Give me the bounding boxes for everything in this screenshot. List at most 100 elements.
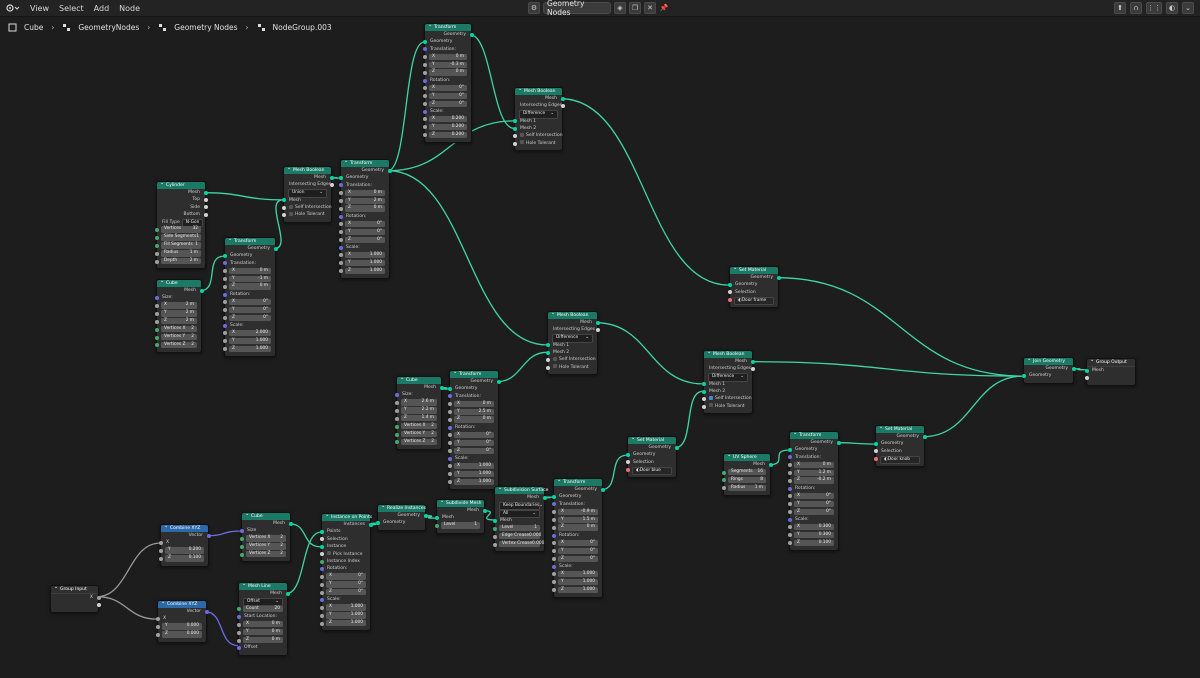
node-header[interactable]: Subdivision Surface — [495, 485, 548, 494]
socket-input[interactable] — [422, 71, 427, 76]
socket-output[interactable] — [560, 104, 565, 109]
node-mesh-line[interactable]: Mesh LineMesh Offset ⌄ Count 20 Start Locatio… — [236, 581, 290, 656]
socket-output[interactable] — [560, 96, 565, 101]
value-field[interactable]: Y 2.5 m — [454, 408, 494, 415]
editor-type-icon[interactable] — [6, 2, 20, 14]
node-header[interactable]: Set Material — [628, 435, 676, 444]
socket-input[interactable] — [551, 502, 556, 507]
socket-output[interactable] — [203, 212, 208, 217]
checkbox[interactable] — [289, 204, 293, 209]
socket-input[interactable] — [787, 494, 792, 499]
value-field[interactable]: Y 0° — [558, 547, 598, 555]
socket-input[interactable] — [158, 548, 163, 553]
socket-input[interactable] — [492, 534, 497, 539]
socket-input[interactable] — [422, 102, 427, 107]
node-cube[interactable]: CubeMeshSizeVertices X2Vertices Y2Vertic… — [239, 511, 293, 563]
value-field[interactable]: X 0 m — [429, 53, 467, 61]
socket-input[interactable] — [434, 516, 439, 521]
socket-output[interactable] — [96, 603, 101, 608]
socket-input[interactable] — [625, 460, 630, 465]
node-header[interactable]: Mesh Boolean — [704, 349, 752, 358]
socket-input[interactable] — [158, 541, 163, 546]
value-field[interactable]: Y 0° — [345, 228, 385, 236]
socket-input[interactable] — [447, 402, 452, 407]
socket-output[interactable] — [423, 513, 428, 518]
socket-input[interactable] — [239, 552, 244, 557]
socket-input[interactable] — [625, 468, 630, 473]
checkbox[interactable] — [520, 140, 524, 145]
socket-input[interactable] — [422, 86, 427, 91]
checkbox[interactable] — [709, 395, 713, 400]
socket-input[interactable] — [154, 251, 159, 256]
node-header[interactable]: Combine XYZ — [158, 599, 206, 608]
node-set-material[interactable]: Set MaterialGeometryGeometrySelection◐ D… — [873, 424, 927, 468]
node-instance-on-points[interactable]: Instance on PointsInstancesPointsSelecti… — [319, 512, 373, 632]
value-field[interactable]: Z 1.4 m — [401, 415, 437, 422]
socket-input[interactable] — [236, 614, 241, 619]
node-set-material[interactable]: Set MaterialGeometryGeometrySelection◐ D… — [727, 265, 781, 309]
socket-output[interactable] — [368, 522, 373, 527]
node-combine-xyz[interactable]: Combine XYZVector XY 0.000 Z 0.000 — [155, 599, 209, 643]
socket-input[interactable] — [338, 238, 343, 243]
socket-input[interactable] — [787, 448, 792, 453]
socket-input[interactable] — [319, 605, 324, 610]
socket-input[interactable] — [551, 564, 556, 569]
socket-input[interactable] — [545, 343, 550, 348]
socket-input[interactable] — [394, 432, 399, 437]
socket-input[interactable] — [222, 316, 227, 321]
value-field[interactable]: X -0.9 m — [558, 508, 598, 516]
socket-input[interactable] — [222, 308, 227, 313]
socket-input[interactable] — [551, 526, 556, 531]
value-field[interactable]: Y 0° — [794, 500, 834, 508]
value-field[interactable]: Y 1.000 — [345, 259, 385, 267]
socket-input[interactable] — [551, 495, 556, 500]
socket-input[interactable] — [338, 222, 343, 227]
socket-output[interactable] — [96, 595, 101, 600]
node-transform[interactable]: TransformGeometryGeometryTranslation:X-0… — [551, 477, 605, 598]
socket-input[interactable] — [787, 510, 792, 515]
socket-input[interactable] — [625, 453, 630, 458]
socket-input[interactable] — [447, 472, 452, 477]
socket-input[interactable] — [551, 588, 556, 593]
socket-input[interactable] — [394, 393, 399, 398]
socket-input[interactable] — [422, 117, 427, 122]
node-header[interactable]: Mesh Boolean — [548, 310, 597, 319]
socket-output[interactable] — [750, 367, 755, 372]
value-field[interactable]: X 0° — [345, 220, 385, 228]
socket-output[interactable] — [469, 32, 474, 37]
material-selector[interactable]: ◐ Door blue — [632, 466, 672, 476]
node-header[interactable]: Subdivide Mesh — [437, 498, 484, 507]
node-header[interactable]: Transform — [425, 22, 471, 31]
socket-input[interactable] — [154, 303, 159, 308]
node-mesh-boolean[interactable]: Mesh BooleanMesh Intersecting EdgesDiffer… — [545, 310, 600, 376]
value-field[interactable]: Vertices 32 — [161, 226, 201, 233]
socket-input[interactable] — [512, 141, 517, 146]
node-header[interactable]: Instance on Points — [322, 512, 372, 521]
socket-output[interactable] — [482, 508, 487, 513]
value-field[interactable]: Y 0° — [229, 306, 271, 314]
node-header[interactable]: Combine XYZ — [161, 523, 208, 532]
socket-input[interactable] — [154, 259, 159, 264]
socket-input[interactable] — [422, 55, 427, 60]
socket-input[interactable] — [422, 78, 427, 83]
material-selector[interactable]: ◐ Door knob — [880, 455, 920, 465]
value-field[interactable]: X 1.000 — [345, 251, 385, 259]
value-field[interactable]: Z 0 m — [345, 205, 385, 212]
socket-input[interactable] — [319, 552, 324, 557]
socket-input[interactable] — [447, 464, 452, 469]
socket-output[interactable] — [329, 183, 334, 188]
socket-input[interactable] — [701, 404, 706, 409]
socket-input[interactable] — [222, 331, 227, 336]
value-field[interactable]: Y 2 m — [345, 197, 385, 204]
node-header[interactable]: Cube — [397, 375, 441, 384]
value-field[interactable]: Vertex Crease 0.000 — [499, 540, 544, 548]
node-transform[interactable]: TransformGeometryGeometryTranslation:X0 … — [447, 369, 501, 490]
socket-input[interactable] — [236, 645, 241, 650]
socket-input[interactable] — [492, 518, 497, 523]
socket-input[interactable] — [338, 199, 343, 204]
value-field[interactable]: Y 0.300 — [794, 531, 834, 539]
socket-output[interactable] — [288, 521, 293, 526]
socket-input[interactable] — [447, 441, 452, 446]
socket-output[interactable] — [203, 205, 208, 210]
socket-input[interactable] — [222, 285, 227, 290]
